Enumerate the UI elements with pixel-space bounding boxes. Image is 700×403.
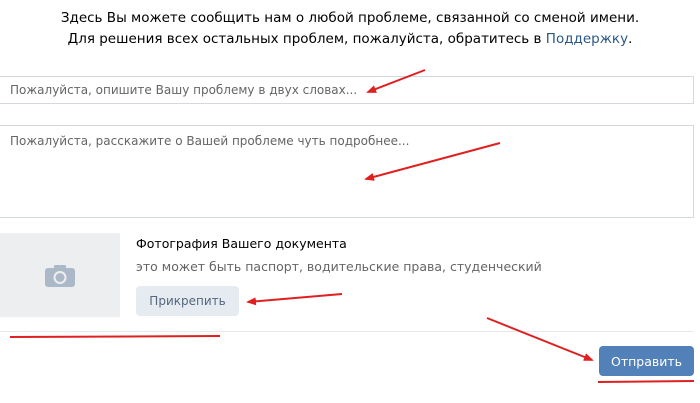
annotation-arrow-submit <box>486 317 594 361</box>
intro-line-2-prefix: Для решения всех остальных проблем, пожа… <box>67 31 546 47</box>
annotation-underline-submit <box>597 380 695 383</box>
name-change-report-form: Здесь Вы можете сообщить нам о любой про… <box>0 0 700 403</box>
support-link[interactable]: Поддержку <box>546 31 628 47</box>
document-title: Фотография Вашего документа <box>136 236 347 251</box>
problem-description-textarea[interactable] <box>0 125 694 218</box>
intro-line-2-suffix: . <box>628 31 633 47</box>
problem-title-input[interactable] <box>0 76 694 104</box>
document-hint: это может быть паспорт, водительские пра… <box>136 259 542 274</box>
submit-button[interactable]: Отправить <box>599 346 694 376</box>
intro-line-2: Для решения всех остальных проблем, пожа… <box>0 29 700 50</box>
annotation-underline-photo <box>9 335 221 338</box>
attach-button[interactable]: Прикрепить <box>136 286 239 316</box>
intro-text: Здесь Вы можете сообщить нам о любой про… <box>0 8 700 50</box>
camera-icon <box>45 265 75 287</box>
annotation-arrow-attach <box>246 293 343 306</box>
divider <box>0 331 694 332</box>
intro-line-1: Здесь Вы можете сообщить нам о любой про… <box>60 10 640 26</box>
